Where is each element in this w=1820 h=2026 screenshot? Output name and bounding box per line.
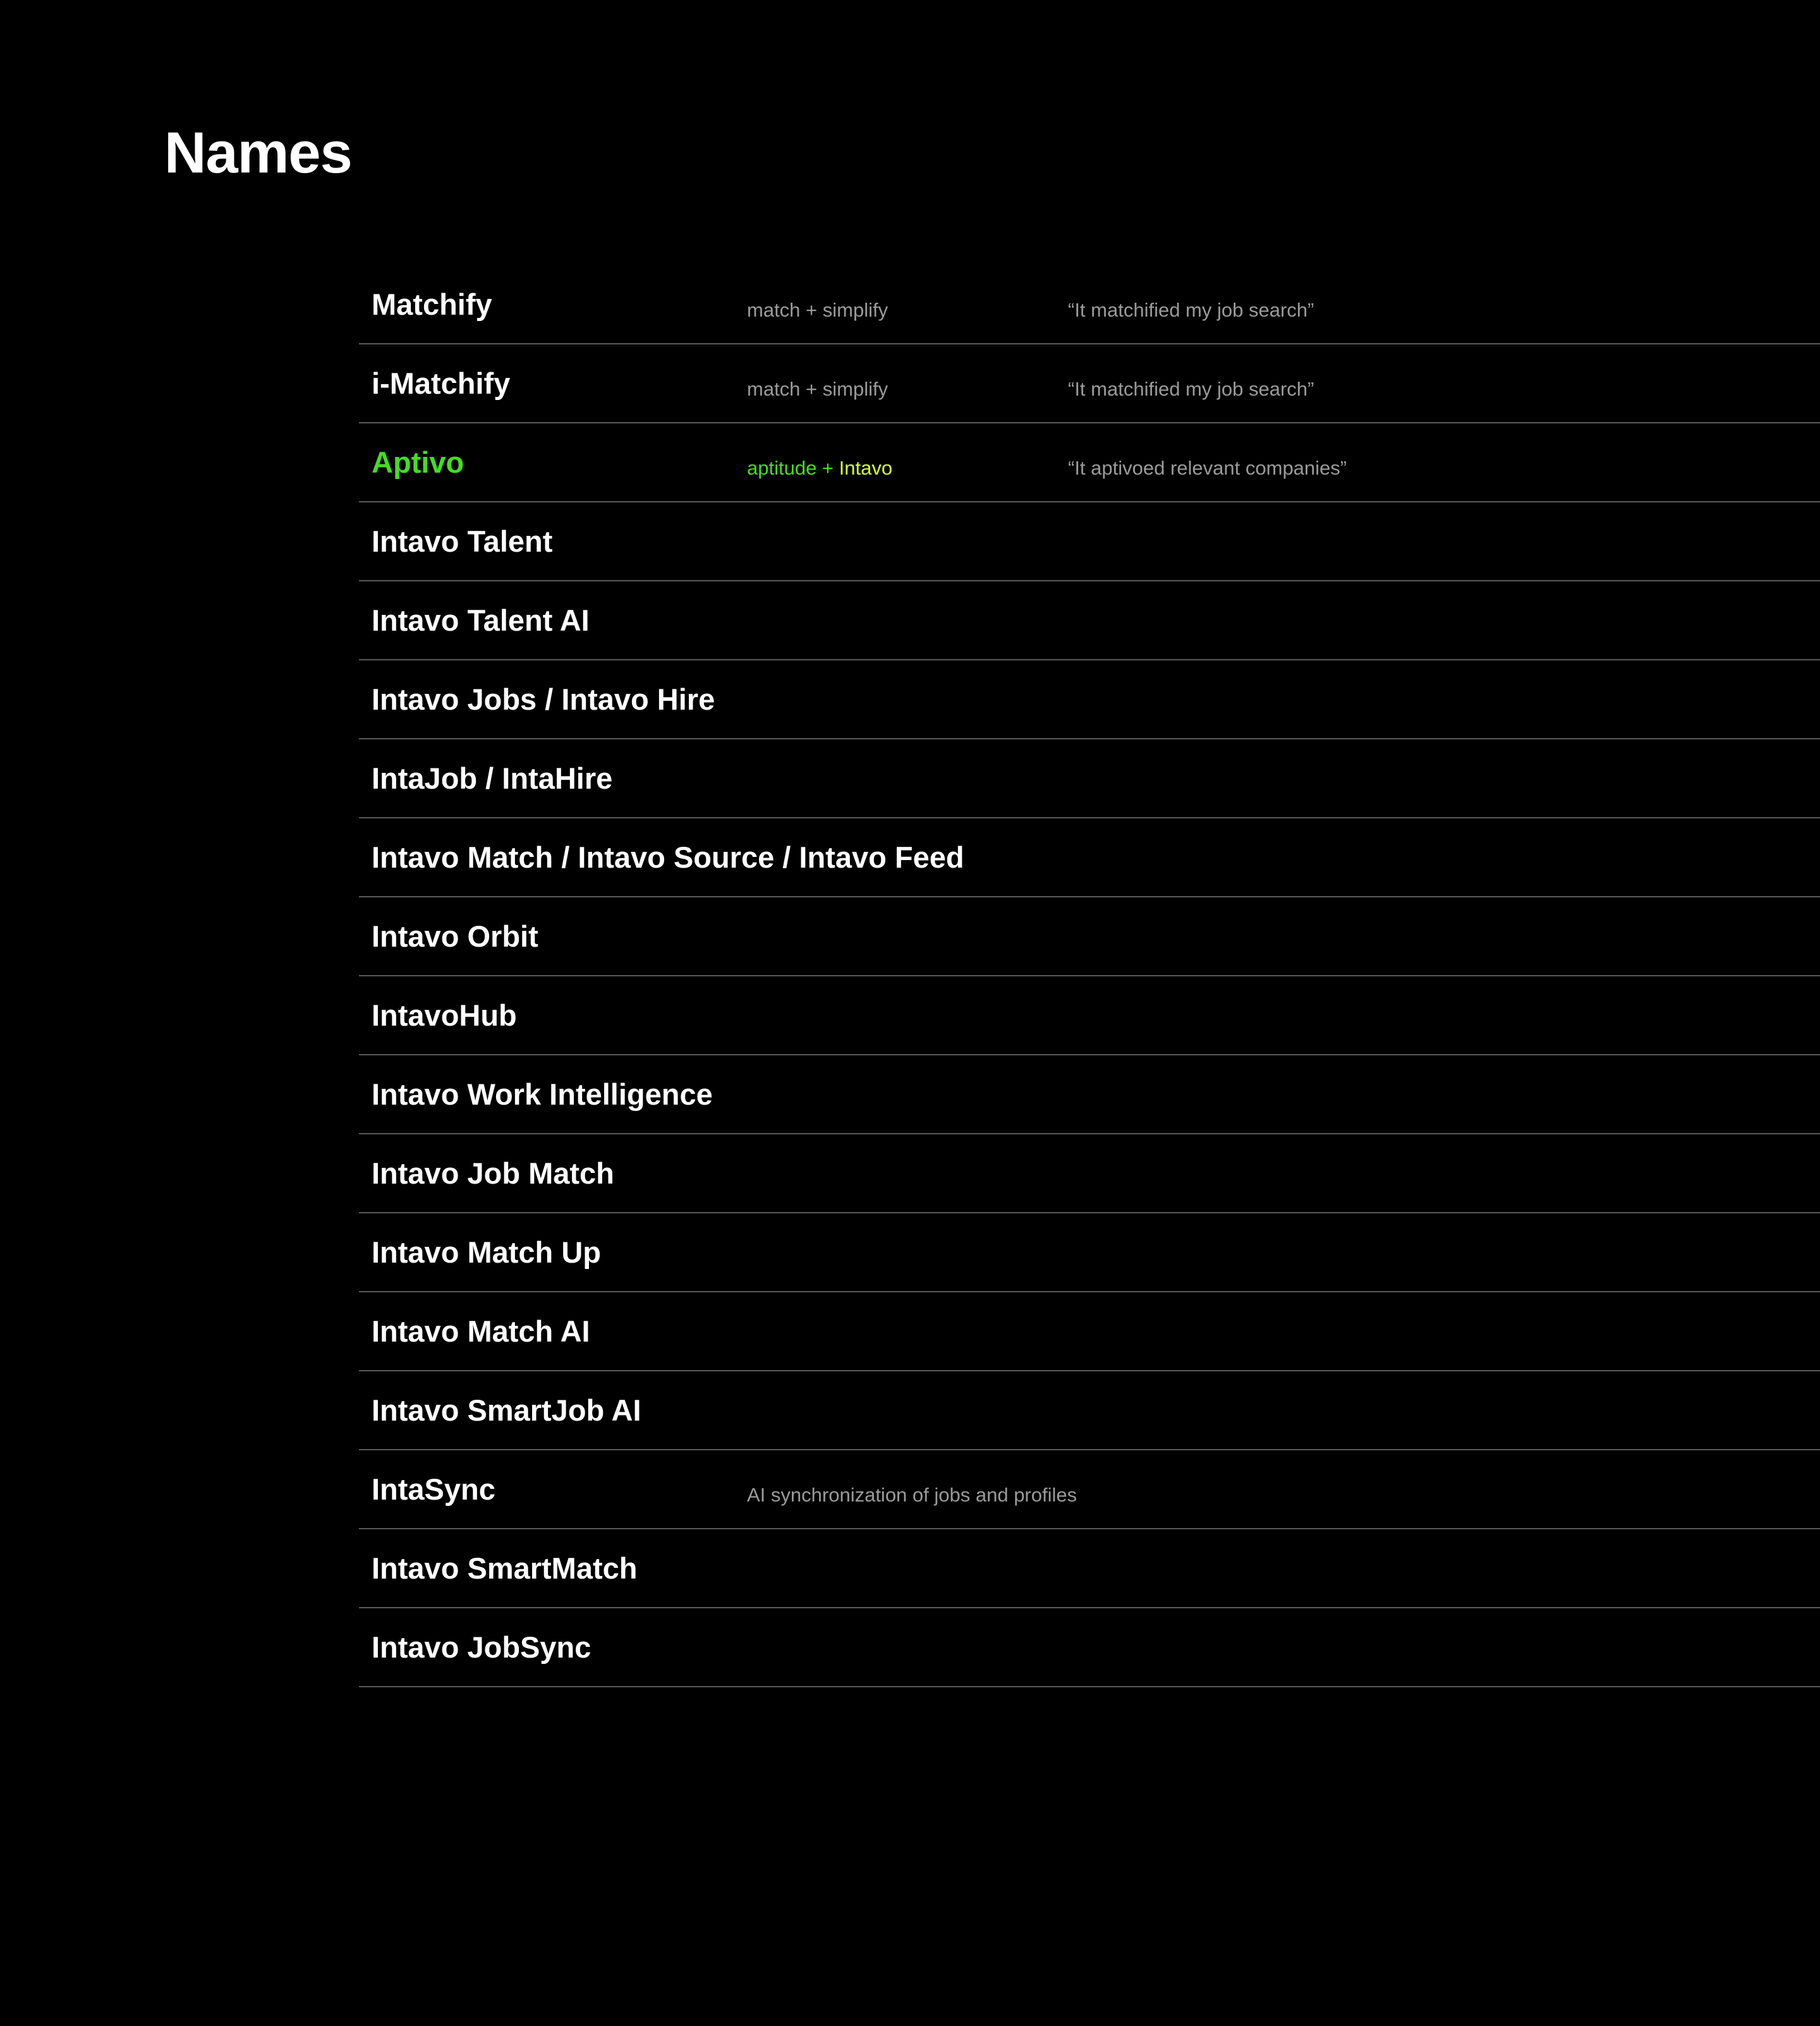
name-row-intavo-jobsync: Intavo JobSync bbox=[359, 1608, 1820, 1687]
name-title: Intavo Orbit bbox=[372, 919, 538, 953]
name-title: Intavo Talent bbox=[372, 525, 553, 558]
name-formula-highlighted: aptitude + Intavo bbox=[747, 457, 893, 479]
name-row-intavo-match-ai: Intavo Match AI bbox=[359, 1292, 1820, 1371]
name-row-intajob-intahire: IntaJob / IntaHire bbox=[359, 739, 1820, 818]
formula-part-intavo: Intavo bbox=[839, 457, 893, 479]
page-title: Names bbox=[164, 121, 353, 185]
name-row-intavo-match-up: Intavo Match Up bbox=[359, 1213, 1820, 1292]
name-row-intavo-orbit: Intavo Orbit bbox=[359, 897, 1820, 976]
name-quote: “It matchified my job search” bbox=[1068, 378, 1314, 400]
name-formula: match + simplify bbox=[747, 378, 889, 400]
name-row-intasync: IntaSync AI synchronization of jobs and … bbox=[359, 1450, 1820, 1529]
name-title: Matchify bbox=[372, 288, 492, 321]
name-row-intavo-match-source-feed: Intavo Match / Intavo Source / Intavo Fe… bbox=[359, 818, 1820, 897]
name-title: Intavo Match AI bbox=[372, 1314, 590, 1348]
name-quote: “It matchified my job search” bbox=[1068, 299, 1314, 321]
name-title: Intavo Job Match bbox=[372, 1156, 614, 1190]
name-title: Intavo SmartJob AI bbox=[372, 1393, 641, 1427]
name-row-intavo-job-match: Intavo Job Match bbox=[359, 1134, 1820, 1213]
name-title: i-Matchify bbox=[372, 367, 511, 400]
name-title: Intavo Match Up bbox=[372, 1235, 601, 1269]
name-row-intavo-jobs-hire: Intavo Jobs / Intavo Hire bbox=[359, 660, 1820, 739]
name-description: AI synchronization of jobs and profiles bbox=[747, 1484, 1077, 1506]
name-row-intavohub: IntavoHub bbox=[359, 976, 1820, 1055]
name-title: Intavo SmartMatch bbox=[372, 1551, 638, 1585]
name-row-intavo-smartjob-ai: Intavo SmartJob AI bbox=[359, 1371, 1820, 1450]
name-row-matchify: Matchify match + simplify “It matchified… bbox=[359, 265, 1820, 344]
name-title: IntavoHub bbox=[372, 998, 517, 1032]
name-title: Intavo Match / Intavo Source / Intavo Fe… bbox=[372, 840, 964, 874]
name-formula: match + simplify bbox=[747, 299, 889, 321]
name-title: IntaSync bbox=[372, 1472, 495, 1506]
name-title-highlighted: Aptivo bbox=[372, 446, 464, 479]
name-row-intavo-work-intelligence: Intavo Work Intelligence bbox=[359, 1055, 1820, 1134]
name-title: Intavo JobSync bbox=[372, 1630, 592, 1664]
name-row-intavo-talent-ai: Intavo Talent AI bbox=[359, 581, 1820, 660]
formula-part-aptitude: aptitude + bbox=[747, 457, 839, 479]
name-row-aptivo: Aptivo aptitude + Intavo “It aptivoed re… bbox=[359, 423, 1820, 502]
name-quote: “It aptivoed relevant companies” bbox=[1068, 457, 1347, 479]
name-title: Intavo Talent AI bbox=[372, 604, 590, 637]
name-row-intavo-talent: Intavo Talent bbox=[359, 502, 1820, 581]
names-list: Matchify match + simplify “It matchified… bbox=[359, 265, 1820, 1687]
name-title: IntaJob / IntaHire bbox=[372, 761, 613, 795]
name-row-intavo-smartmatch: Intavo SmartMatch bbox=[359, 1529, 1820, 1608]
name-title: Intavo Jobs / Intavo Hire bbox=[372, 682, 715, 716]
name-row-i-matchify: i-Matchify match + simplify “It matchifi… bbox=[359, 344, 1820, 423]
name-title: Intavo Work Intelligence bbox=[372, 1077, 713, 1111]
